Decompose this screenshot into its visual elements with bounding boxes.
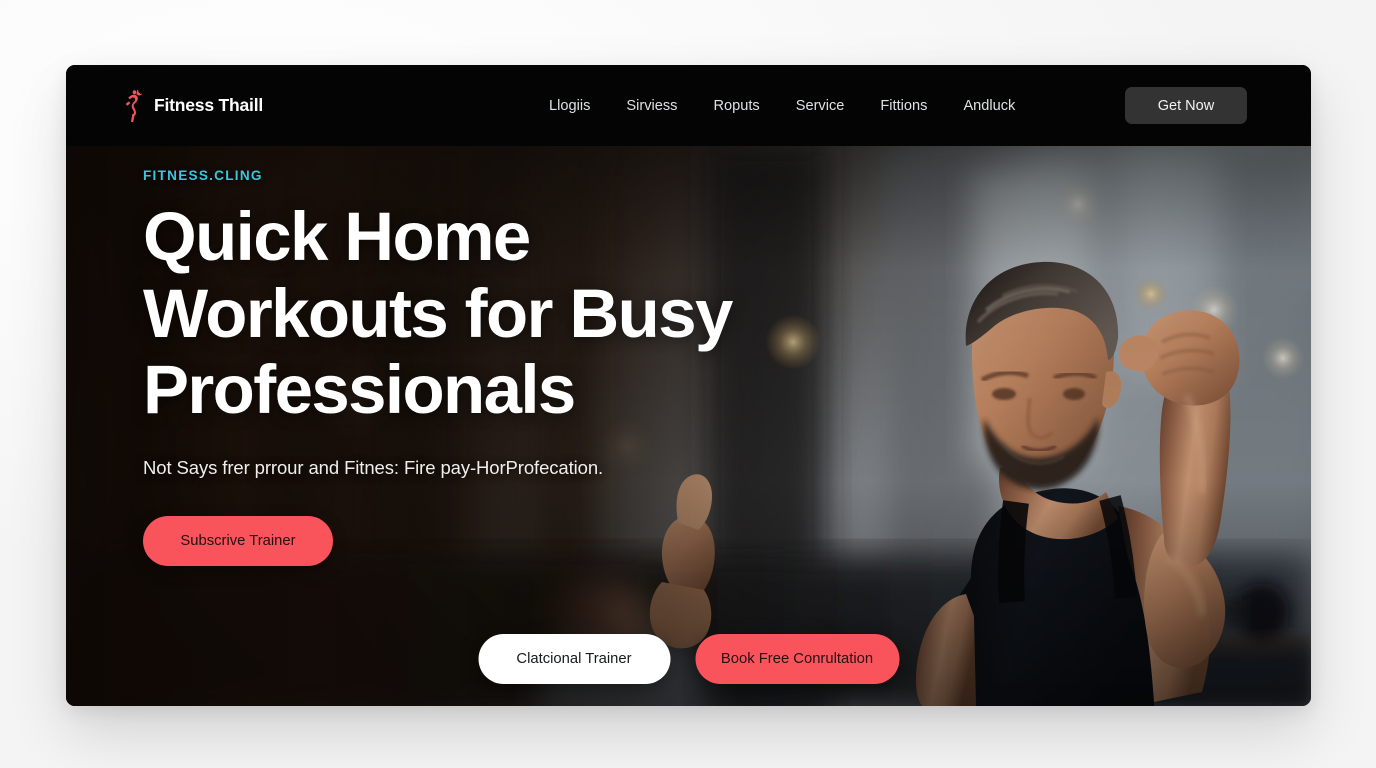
clatcional-trainer-button[interactable]: Clatcional Trainer — [478, 634, 670, 684]
subscribe-trainer-button[interactable]: Subscrive Trainer — [143, 515, 333, 566]
nav-item-andluck[interactable]: Andluck — [963, 98, 1015, 114]
landing-page-card: Fitness Thaill Llogiis Sirviess Roputs S… — [66, 65, 1311, 706]
hero-content: FITNESS.CLING Quick Home Workouts for Bu… — [143, 168, 863, 566]
hero-subheadline: Not Says frer prrour and Fitnes: Fire pa… — [143, 456, 604, 478]
book-free-consultation-button[interactable]: Book Free Conrultation — [695, 634, 899, 684]
running-figure-icon — [125, 89, 142, 122]
top-navbar: Fitness Thaill Llogiis Sirviess Roputs S… — [66, 65, 1311, 146]
bottom-cta-row: Clatcional Trainer Book Free Conrultatio… — [478, 634, 899, 684]
brand-logo[interactable]: Fitness Thaill — [123, 89, 263, 123]
get-now-button[interactable]: Get Now — [1125, 87, 1247, 124]
nav-item-sirviess[interactable]: Sirviess — [626, 98, 677, 114]
nav-item-llogiis[interactable]: Llogiis — [549, 98, 590, 114]
nav-item-fittions[interactable]: Fittions — [880, 98, 927, 114]
hero-eyebrow: FITNESS.CLING — [143, 168, 263, 183]
brand-name: Fitness Thaill — [154, 95, 264, 115]
hero-section: FITNESS.CLING Quick Home Workouts for Bu… — [66, 146, 1311, 706]
nav-links: Llogiis Sirviess Roputs Service Fittions… — [549, 98, 1015, 114]
nav-item-roputs[interactable]: Roputs — [713, 98, 759, 114]
nav-item-service[interactable]: Service — [796, 98, 845, 114]
hero-headline: Quick Home Workouts for Busy Professiona… — [143, 198, 733, 429]
